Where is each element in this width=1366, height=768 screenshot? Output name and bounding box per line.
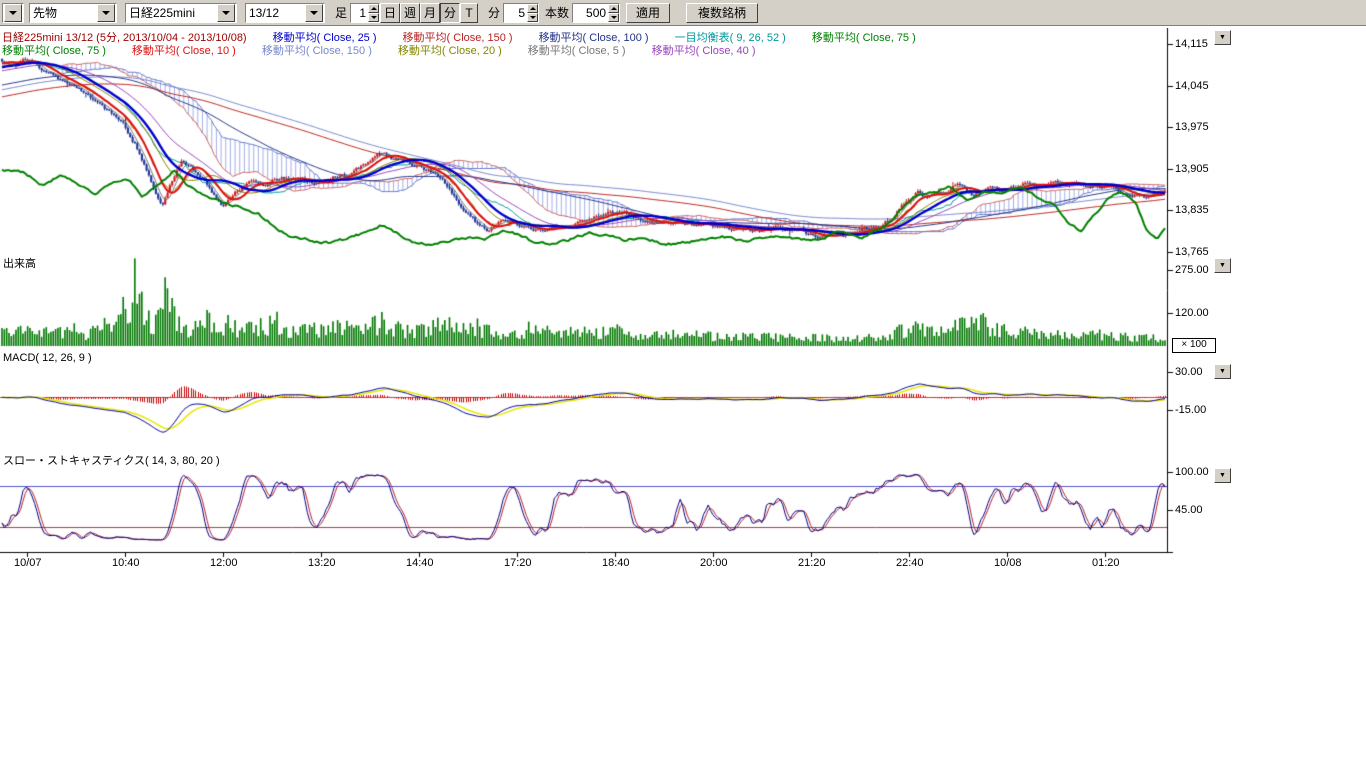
legend-item: 移動平均( Close, 75 ) xyxy=(2,42,106,58)
spin-down-button[interactable] xyxy=(608,13,619,22)
axis-tick-label: 14,115 xyxy=(1175,38,1208,50)
period-minute-button[interactable]: 分 xyxy=(440,3,460,23)
spin-up-button[interactable] xyxy=(608,4,619,13)
spin-up-button[interactable] xyxy=(527,4,538,13)
time-axis-label: 10:40 xyxy=(112,557,140,569)
legend-item: 移動平均( Close, 150 ) xyxy=(262,42,372,58)
bar-count-input[interactable]: 500 xyxy=(572,3,620,23)
symbol-value: 日経225mini xyxy=(126,4,216,21)
spin-up-button[interactable] xyxy=(368,4,379,13)
period-tick-button[interactable]: T xyxy=(460,3,478,23)
contract-month-select[interactable]: 13/12 xyxy=(245,3,325,23)
bar-count-value: 500 xyxy=(573,4,608,22)
volume-multiplier-badge: × 100 xyxy=(1172,338,1216,353)
time-axis-label: 10/07 xyxy=(14,557,42,569)
stoch-pane-menu-button[interactable]: ▼ xyxy=(1214,468,1231,483)
bar-count-label: 本数 xyxy=(545,4,569,21)
axis-tick-label: 45.00 xyxy=(1175,504,1203,516)
dropdown-arrow-icon[interactable] xyxy=(217,4,235,22)
time-axis-label: 12:00 xyxy=(210,557,238,569)
axis-tick-label: 120.00 xyxy=(1175,307,1209,319)
bar-interval-value: 1 xyxy=(351,4,368,22)
macd-pane-label: MACD( 12, 26, 9 ) xyxy=(3,352,92,364)
volume-pane-menu-button[interactable]: ▼ xyxy=(1214,258,1231,273)
period-day-button[interactable]: 日 xyxy=(380,3,400,23)
axis-tick-label: 100.00 xyxy=(1175,466,1209,478)
mini-dropdown[interactable] xyxy=(2,3,24,23)
period-month-button[interactable]: 月 xyxy=(420,3,440,23)
minute-label: 分 xyxy=(488,4,500,21)
multi-symbol-button[interactable]: 複数銘柄 xyxy=(686,3,758,23)
application-window: 先物 日経225mini 13/12 足 1 日 週 月 分 T 分 5 xyxy=(0,0,1366,768)
legend-row-2: 移動平均( Close, 75 ) 移動平均( Close, 10 ) 移動平均( … xyxy=(2,42,756,58)
legend-item: 移動平均( Close, 5 ) xyxy=(528,42,626,58)
spin-down-button[interactable] xyxy=(368,13,379,22)
time-axis-label: 22:40 xyxy=(896,557,924,569)
dropdown-arrow-icon[interactable] xyxy=(97,4,115,22)
time-axis-label: 17:20 xyxy=(504,557,532,569)
bar-interval-input[interactable]: 1 xyxy=(350,3,380,23)
axis-tick-label: 13,905 xyxy=(1175,163,1209,175)
bar-type-label: 足 xyxy=(335,4,347,21)
axis-tick-label: 14,045 xyxy=(1175,80,1209,92)
axis-tick-label: 13,835 xyxy=(1175,204,1209,216)
legend-item: 移動平均( Close, 20 ) xyxy=(398,42,502,58)
axis-tick-label: -15.00 xyxy=(1175,404,1206,416)
instrument-type-select[interactable]: 先物 xyxy=(29,3,117,23)
minute-value: 5 xyxy=(504,4,527,22)
macd-pane-menu-button[interactable]: ▼ xyxy=(1214,364,1231,379)
legend-item: 移動平均( Close, 40 ) xyxy=(652,42,756,58)
price-pane-menu-button[interactable]: ▼ xyxy=(1214,30,1231,45)
chart-canvas[interactable] xyxy=(0,28,1175,560)
legend-item: 移動平均( Close, 10 ) xyxy=(132,42,236,58)
time-axis-label: 14:40 xyxy=(406,557,434,569)
time-axis-label: 10/08 xyxy=(994,557,1022,569)
time-axis-label: 20:00 xyxy=(700,557,728,569)
stoch-pane-label: スロー・ストキャスティクス( 14, 3, 80, 20 ) xyxy=(3,452,220,468)
spin-down-button[interactable] xyxy=(527,13,538,22)
toolbar: 先物 日経225mini 13/12 足 1 日 週 月 分 T 分 5 xyxy=(0,0,1366,26)
minute-input[interactable]: 5 xyxy=(503,3,539,23)
axis-tick-label: 275.00 xyxy=(1175,264,1209,276)
axis-tick-label: 13,765 xyxy=(1175,246,1209,258)
dropdown-arrow-icon[interactable] xyxy=(4,4,22,22)
symbol-select[interactable]: 日経225mini xyxy=(125,3,237,23)
axis-tick-label: 30.00 xyxy=(1175,366,1203,378)
time-axis-label: 18:40 xyxy=(602,557,630,569)
instrument-type-value: 先物 xyxy=(30,4,96,21)
apply-button[interactable]: 適用 xyxy=(626,3,670,23)
contract-month-value: 13/12 xyxy=(246,6,304,20)
time-axis-label: 21:20 xyxy=(798,557,826,569)
legend-item: 移動平均( Close, 75 ) xyxy=(812,29,916,45)
period-week-button[interactable]: 週 xyxy=(400,3,420,23)
axis-tick-label: 13,975 xyxy=(1175,121,1209,133)
time-axis-label: 01:20 xyxy=(1092,557,1120,569)
volume-pane-label: 出来高 xyxy=(3,255,36,271)
dropdown-arrow-icon[interactable] xyxy=(305,4,323,22)
time-axis-label: 13:20 xyxy=(308,557,336,569)
